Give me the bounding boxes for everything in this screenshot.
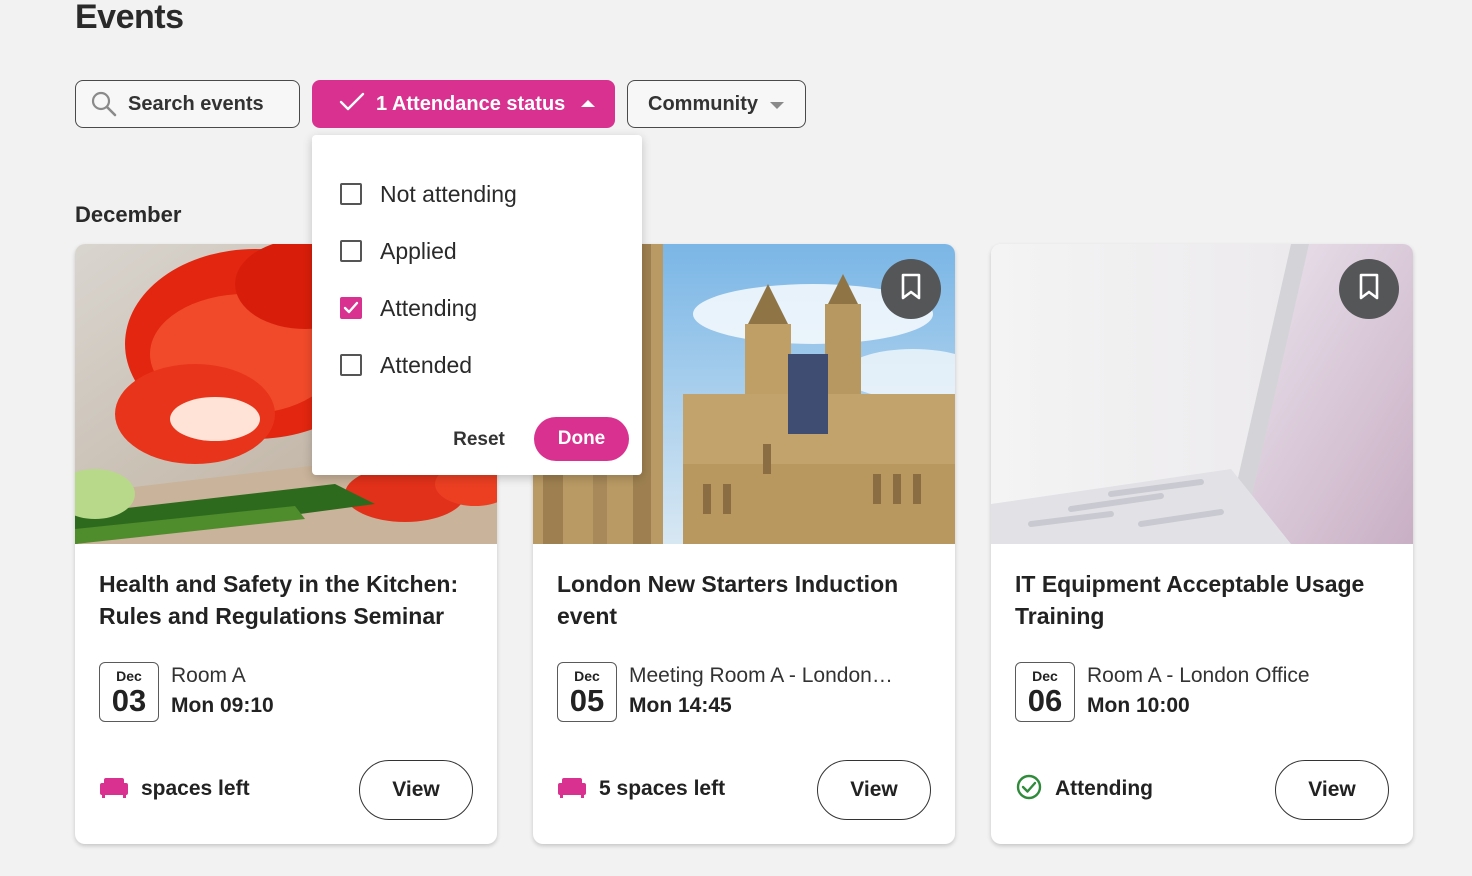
event-title: Health and Safety in the Kitchen: Rules … — [99, 571, 459, 629]
event-date-badge: Dec 06 — [1015, 662, 1075, 722]
page-title: Events — [75, 0, 184, 36]
event-date-badge: Dec 03 — [99, 662, 159, 722]
event-availability: Attending — [1015, 774, 1153, 804]
option-attending[interactable]: Attending — [340, 293, 477, 323]
check-icon — [338, 91, 366, 118]
events-page: Events Search events 1 Attendance status… — [0, 0, 1472, 876]
option-applied[interactable]: Applied — [340, 236, 457, 266]
bookmark-icon — [1357, 273, 1381, 306]
event-availability: 5 spaces left — [557, 774, 725, 804]
event-status-text: Attending — [1055, 777, 1153, 800]
event-location: Room A - London Office — [1087, 664, 1310, 687]
event-location: Room A — [171, 664, 246, 687]
event-date-badge: Dec 05 — [557, 662, 617, 722]
option-label: Applied — [380, 237, 457, 264]
event-date-day: 03 — [111, 683, 147, 718]
view-button[interactable]: View — [1275, 760, 1389, 820]
event-status-text: 5 spaces left — [599, 777, 726, 800]
attendance-status-label: 1 Attendance status — [376, 92, 566, 115]
option-label: Attended — [380, 351, 473, 378]
event-date-month: Dec — [116, 668, 142, 684]
option-not-attending[interactable]: Not attending — [340, 179, 517, 209]
event-title: IT Equipment Acceptable Usage Training — [1015, 571, 1365, 629]
event-title: London New Starters Induction event — [557, 571, 899, 629]
check-circle-icon — [1015, 773, 1043, 806]
checkmark-icon — [343, 301, 359, 314]
reset-button[interactable]: Reset — [440, 418, 518, 462]
option-label: Not attending — [380, 180, 517, 207]
checkbox[interactable] — [340, 183, 362, 205]
event-status-text: spaces left — [141, 777, 250, 800]
view-button[interactable]: View — [817, 760, 931, 820]
sofa-icon — [557, 775, 587, 804]
event-availability: spaces left — [99, 774, 250, 804]
month-heading: December — [75, 202, 182, 227]
search-placeholder: Search events — [128, 92, 264, 115]
bookmark-button[interactable] — [1339, 259, 1399, 319]
bookmark-button[interactable] — [881, 259, 941, 319]
event-time: Mon 10:00 — [1087, 694, 1190, 717]
attendance-status-dropdown: Not attending Applied Attending Attended… — [312, 135, 642, 475]
sofa-icon — [99, 775, 129, 804]
event-date-day: 06 — [1027, 683, 1063, 718]
caret-up-icon — [581, 99, 596, 107]
caret-down-icon — [770, 101, 784, 109]
done-button[interactable]: Done — [534, 417, 629, 461]
option-attended[interactable]: Attended — [340, 350, 472, 380]
community-label: Community — [648, 92, 758, 115]
checkbox[interactable] — [340, 240, 362, 262]
option-label: Attending — [380, 294, 478, 321]
bookmark-icon — [899, 273, 923, 306]
attendance-status-filter-button[interactable]: 1 Attendance status — [312, 80, 615, 128]
search-icon — [90, 90, 118, 118]
view-button[interactable]: View — [359, 760, 473, 820]
event-location: Meeting Room A - London… — [629, 664, 893, 687]
checkbox[interactable] — [340, 354, 362, 376]
checkbox-checked[interactable] — [340, 297, 362, 319]
event-date-month: Dec — [1032, 668, 1058, 684]
event-date-day: 05 — [569, 683, 605, 718]
event-date-month: Dec — [574, 668, 600, 684]
event-time: Mon 09:10 — [171, 694, 274, 717]
event-time: Mon 14:45 — [629, 694, 732, 717]
event-card: IT Equipment Acceptable Usage Training D… — [991, 244, 1413, 844]
community-filter-button[interactable]: Community — [627, 80, 806, 128]
search-input[interactable]: Search events — [75, 80, 300, 128]
